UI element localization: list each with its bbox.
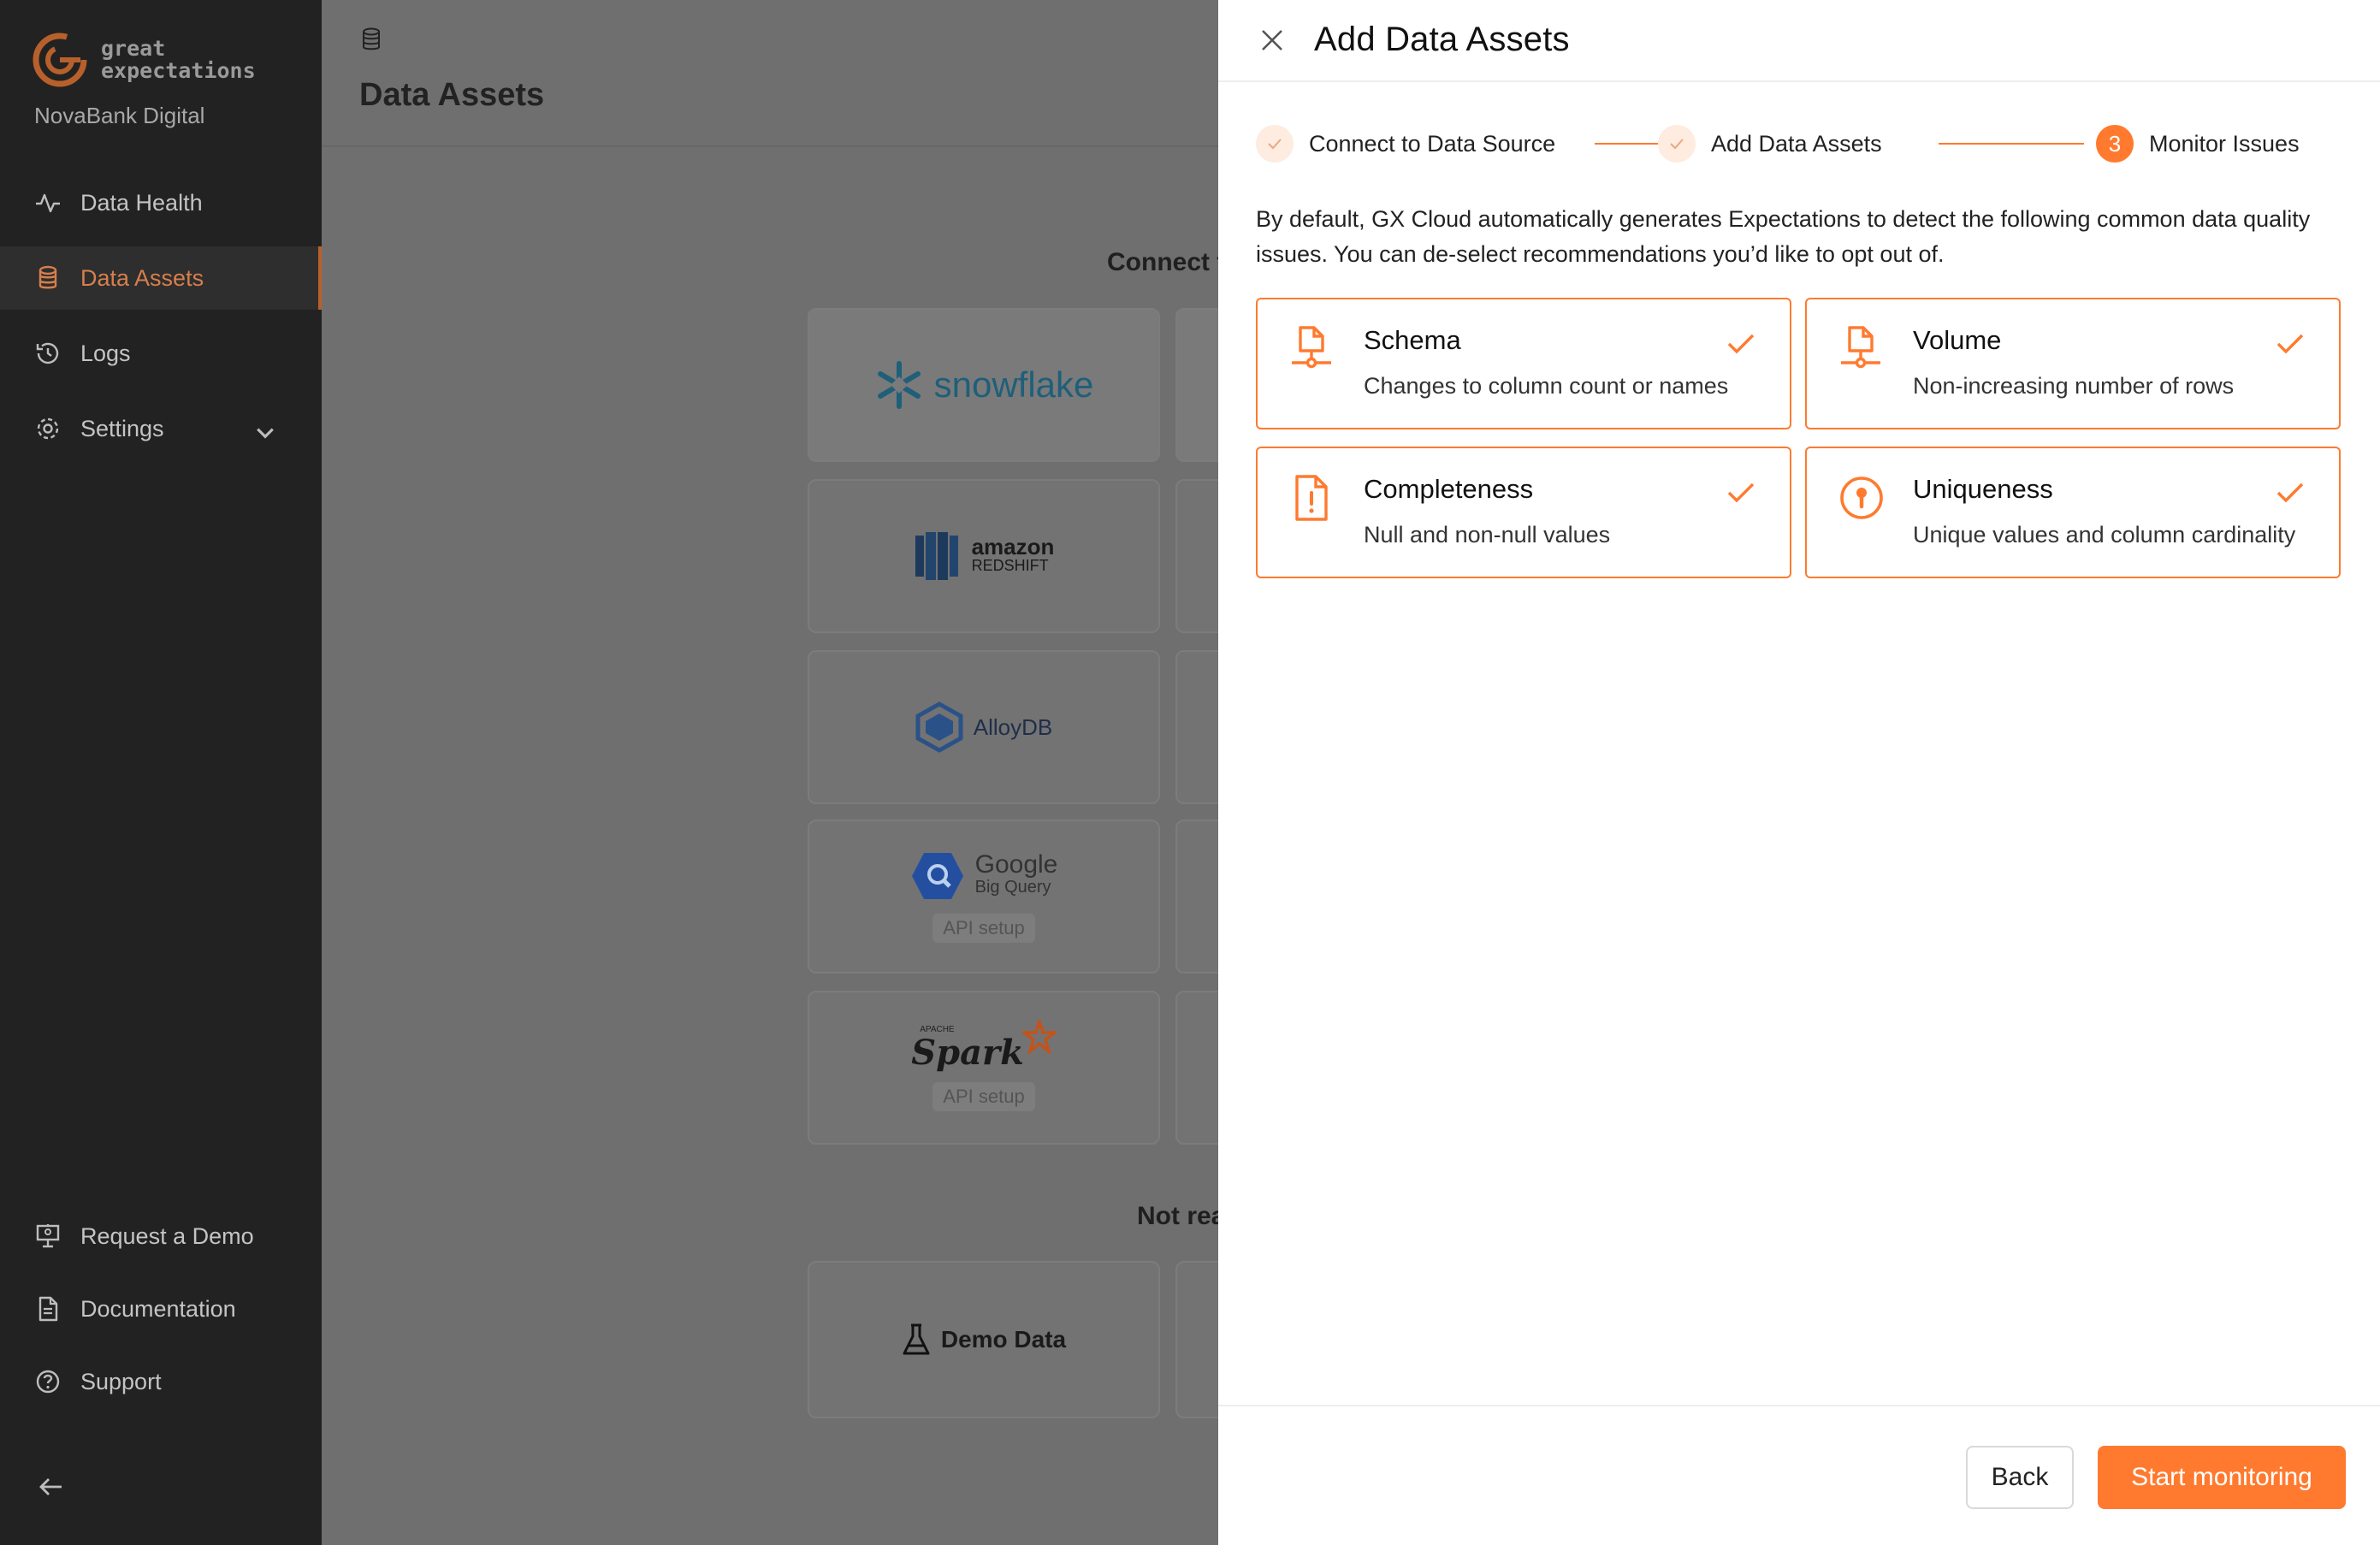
logo[interactable]: great expectations [31,31,256,89]
sidebar-item-data-assets[interactable]: Data Assets [0,246,322,310]
bigquery-label-top: Google [974,850,1058,879]
redshift-label-top: amazon [971,534,1055,559]
activity-icon [36,193,60,213]
datasource-tile-spark[interactable]: APACHE Spark API setup [808,991,1160,1145]
demo-data-label: Demo Data [940,1326,1067,1353]
start-monitoring-button[interactable]: Start monitoring [2098,1446,2346,1509]
step-check-icon [1658,125,1696,163]
expectation-card-completeness[interactable]: Completeness Null and non-null values [1256,447,1791,578]
sidebar-item-request-demo[interactable]: Request a Demo [0,1206,322,1266]
file-tree-icon [1292,326,1331,369]
datasource-tile-alloydb[interactable]: AlloyDB [808,650,1160,804]
step-connector [1595,143,1665,145]
sidebar-item-documentation[interactable]: Documentation [0,1279,322,1339]
spark-star-icon [1021,1020,1057,1054]
sidebar-item-label: Support [80,1368,162,1394]
file-tree-icon [1841,326,1880,369]
snowflake-icon [877,361,921,409]
sidebar-item-label: Request a Demo [80,1222,254,1249]
redshift-icon [915,532,958,580]
card-title: Uniqueness [1913,474,2053,504]
sidebar-item-label: Logs [80,340,131,366]
api-setup-badge: API setup [932,914,1035,943]
file-alert-icon [1295,475,1328,521]
great-expectations-logo-icon [33,33,87,87]
bigquery-icon [911,853,963,899]
stepper: Connect to Data Source Add Data Assets 3… [1256,125,2351,163]
step-monitor-issues: 3 Monitor Issues [2096,125,2300,163]
connect-heading: Connect t [1107,248,1226,276]
step-connect-data-source: Connect to Data Source [1256,125,1555,163]
api-setup-badge: API setup [932,1082,1035,1111]
logo-line1: great [101,36,166,61]
alloydb-label: AlloyDB [973,713,1053,740]
check-icon [2276,334,2304,354]
expectation-card-uniqueness[interactable]: Uniqueness Unique values and column card… [1805,447,2341,578]
add-data-assets-drawer: Add Data Assets Connect to Data Source A… [1218,0,2380,1545]
step-add-data-assets: Add Data Assets [1658,125,1882,163]
collapse-sidebar-icon[interactable] [36,1471,67,1502]
sidebar-nav: Data Health Data Assets Logs Settings [0,171,322,472]
snowflake-label: snowflake [933,364,1094,405]
card-description: Changes to column count or names [1364,373,1729,399]
back-button[interactable]: Back [1966,1446,2074,1509]
drawer-header: Add Data Assets [1218,0,2380,82]
check-icon [1727,482,1755,503]
step-connector [1939,143,2084,145]
step-label: Add Data Assets [1711,130,1882,157]
card-title: Volume [1913,325,2002,355]
sidebar-item-data-health[interactable]: Data Health [0,171,322,234]
expectation-card-schema[interactable]: Schema Changes to column count or names [1256,298,1791,429]
sidebar-item-support[interactable]: Support [0,1352,322,1412]
organization-name: NovaBank Digital [34,103,205,128]
presentation-icon [36,1224,60,1248]
close-icon[interactable] [1259,27,1285,53]
intro-text: By default, GX Cloud automatically gener… [1256,206,2311,267]
sidebar-item-label: Data Assets [80,264,204,291]
sidebar-item-label: Settings [80,415,164,441]
document-icon [38,1296,58,1322]
step-number: 3 [2096,125,2134,163]
step-label: Connect to Data Source [1309,130,1556,157]
card-description: Non-increasing number of rows [1913,373,2235,399]
page-title: Data Assets [359,77,545,113]
sidebar-item-label: Data Health [80,189,203,216]
bigquery-label-bottom: Big Query [974,878,1051,897]
sidebar-item-label: Documentation [80,1295,236,1322]
spark-label: Spark [911,1033,1024,1073]
alloydb-icon [915,701,963,753]
demo-data-tile[interactable]: Demo Data [808,1261,1160,1418]
chevron-down-icon[interactable] [252,419,279,447]
card-description: Unique values and column cardinality [1913,522,2296,548]
help-circle-icon [36,1370,60,1394]
sidebar-bottom-nav: Request a Demo Documentation Support [0,1206,322,1424]
redshift-label-bottom: REDSHIFT [971,557,1049,574]
gear-icon [37,417,59,440]
expectation-card-volume[interactable]: Volume Non-increasing number of rows [1805,298,2341,429]
logo-line2: expectations [101,58,256,83]
check-icon [2276,482,2304,503]
flask-icon [903,1323,930,1355]
card-description: Null and non-null values [1364,522,1611,548]
not-ready-heading: Not rea [1137,1202,1226,1230]
check-icon [1727,334,1755,354]
drawer-footer: Back Start monitoring [1218,1405,2380,1545]
datasource-tile-redshift[interactable]: amazon REDSHIFT [808,479,1160,633]
history-icon [36,342,59,364]
database-icon [363,27,380,50]
card-title: Schema [1364,325,1461,355]
database-icon [38,265,57,289]
datasource-tile-snowflake[interactable]: snowflake [808,308,1160,462]
step-label: Monitor Issues [2149,130,2300,157]
logo-wordmark: great expectations [101,38,256,82]
drawer-title: Add Data Assets [1314,21,1570,58]
step-check-icon [1256,125,1294,163]
sidebar-item-settings[interactable]: Settings [0,397,322,460]
sidebar: great expectations NovaBank Digital Data… [0,0,322,1545]
card-title: Completeness [1364,474,1534,504]
sidebar-item-logs[interactable]: Logs [0,322,322,385]
key-circle-icon [1840,477,1883,519]
datasource-tile-bigquery[interactable]: Google Big Query API setup [808,820,1160,974]
